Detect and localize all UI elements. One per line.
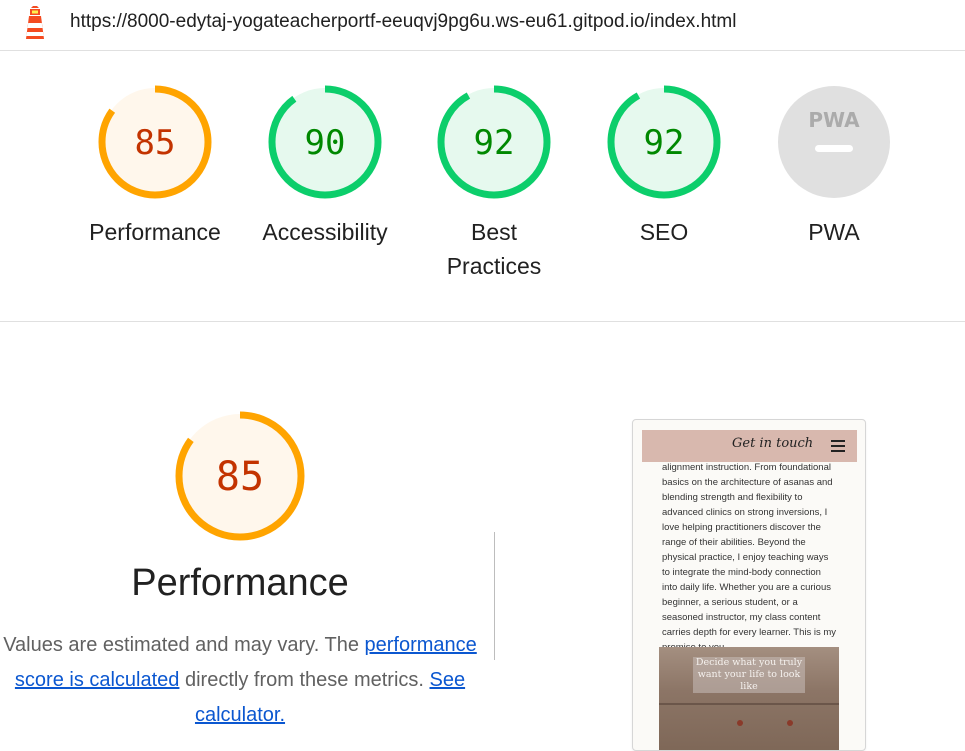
- screenshot-hero-image: Decide what you truly want your life to …: [659, 647, 839, 750]
- score-gauges: 85 Performance 90 Accessibility 92 Best …: [0, 51, 965, 322]
- pwa-dash-icon: [815, 145, 853, 152]
- audited-url[interactable]: https://8000-edytaj-yogateacherportf-eeu…: [70, 11, 736, 33]
- pwa-badge-text: PWA: [808, 108, 860, 132]
- best-practices-gauge-ring: 92: [437, 85, 551, 199]
- performance-large-score: 85: [216, 454, 264, 500]
- screenshot-image-caption: Decide what you truly want your life to …: [693, 657, 805, 693]
- hamburger-menu-icon: [831, 440, 845, 452]
- gauge-best-practices[interactable]: 92 Best Practices: [409, 84, 579, 283]
- gauge-accessibility[interactable]: 90 Accessibility: [240, 84, 410, 249]
- desc-text-2: directly from these metrics.: [179, 669, 430, 691]
- best-practices-label-line2: Practices: [446, 253, 542, 279]
- image-detail-dot: [737, 720, 743, 726]
- pwa-label: PWA: [808, 219, 860, 245]
- screenshot-nav-title: Get in touch: [732, 436, 814, 451]
- performance-label: Performance: [89, 219, 221, 245]
- accessibility-score: 90: [305, 123, 346, 163]
- final-screenshot[interactable]: Get in touch alignment instruction. From…: [632, 419, 866, 751]
- seo-gauge-ring: 92: [607, 85, 721, 199]
- accessibility-gauge-ring: 90: [268, 85, 382, 199]
- gauge-seo[interactable]: 92 SEO: [579, 84, 749, 249]
- performance-gauge-ring: 85: [98, 85, 212, 199]
- performance-section: 85 Performance Values are estimated and …: [0, 322, 965, 751]
- image-detail-dot: [787, 720, 793, 726]
- accessibility-label: Accessibility: [262, 219, 388, 245]
- seo-label: SEO: [639, 219, 689, 245]
- desc-text-1: Values are estimated and may vary. The: [3, 634, 365, 656]
- performance-description: Values are estimated and may vary. The p…: [0, 628, 480, 733]
- seo-score: 92: [644, 123, 685, 163]
- performance-title: Performance: [131, 562, 349, 604]
- best-practices-label-line1: Best: [470, 219, 518, 245]
- report-header: https://8000-edytaj-yogateacherportf-eeu…: [0, 0, 965, 51]
- gauge-performance[interactable]: 85 Performance: [70, 84, 240, 249]
- lighthouse-icon: [26, 6, 44, 39]
- performance-large-gauge: 85: [175, 411, 305, 541]
- image-shelf: [659, 703, 839, 705]
- screenshot-body-text: alignment instruction. From foundational…: [662, 462, 837, 653]
- best-practices-score: 92: [474, 123, 515, 163]
- pwa-gauge: PWA: [778, 86, 890, 198]
- best-practices-label: Best Practices: [409, 215, 579, 283]
- gauge-pwa[interactable]: PWA PWA: [749, 84, 919, 249]
- section-divider: [494, 532, 495, 660]
- screenshot-navbar: Get in touch: [642, 430, 857, 462]
- performance-score: 85: [135, 123, 176, 163]
